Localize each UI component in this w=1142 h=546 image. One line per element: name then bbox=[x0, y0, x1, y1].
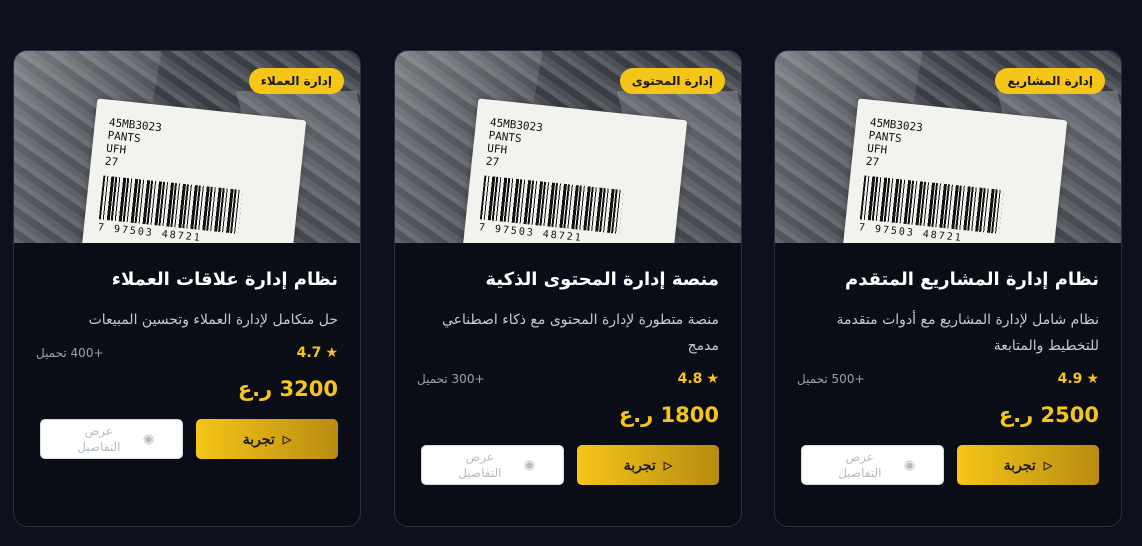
view-details-button[interactable]: ◉ عرض التفاصيل bbox=[421, 445, 564, 485]
download-count: +400 تحميل bbox=[36, 346, 104, 360]
view-details-label: عرض التفاصيل bbox=[838, 450, 882, 480]
eye-icon: ◉ bbox=[142, 431, 155, 446]
category-badge: إدارة المحتوى bbox=[619, 68, 725, 94]
view-details-button[interactable]: ◉ عرض التفاصيل bbox=[801, 445, 944, 485]
product-title: نظام إدارة علاقات العملاء bbox=[111, 269, 338, 290]
product-price: 1800 ر.ع bbox=[618, 403, 719, 427]
play-icon: ▷ bbox=[282, 433, 292, 446]
play-icon: ▷ bbox=[1043, 459, 1053, 472]
try-button[interactable]: ▷ تجربة bbox=[577, 445, 719, 485]
product-card: 45MB3023 PANTS UFH 27 7 97503 48721 إدار… bbox=[774, 50, 1122, 527]
try-button-label: تجربة bbox=[1003, 456, 1036, 473]
rating-value: 4.7 bbox=[296, 345, 322, 361]
product-image: 45MB3023 PANTS UFH 27 7 97503 48721 إدار… bbox=[14, 51, 360, 243]
try-button-label: تجربة bbox=[623, 456, 656, 473]
product-description: حل متكامل لإدارة العملاء وتحسين المبيعات bbox=[88, 312, 338, 328]
product-description: نظام شامل لإدارة المشاريع مع أدوات متقدم… bbox=[836, 312, 1100, 354]
product-rating: ★ 4.9 bbox=[1058, 371, 1099, 387]
star-icon: ★ bbox=[706, 371, 719, 387]
eye-icon: ◉ bbox=[903, 457, 916, 472]
product-price: 3200 ر.ع bbox=[237, 377, 338, 401]
product-card: 45MB3023 PANTS UFH 27 7 97503 48721 إدار… bbox=[13, 50, 361, 527]
download-count: +500 تحميل bbox=[797, 372, 865, 386]
download-count: +300 تحميل bbox=[417, 372, 485, 386]
product-price: 2500 ر.ع bbox=[998, 403, 1099, 427]
star-icon: ★ bbox=[1086, 371, 1099, 387]
product-image-label: 45MB3023 PANTS UFH 27 7 97503 48721 bbox=[462, 98, 688, 243]
product-title: منصة إدارة المحتوى الذكية bbox=[485, 269, 719, 290]
try-button-label: تجربة bbox=[242, 430, 275, 447]
product-image-label: 45MB3023 PANTS UFH 27 7 97503 48721 bbox=[81, 98, 307, 243]
rating-value: 4.8 bbox=[677, 371, 703, 387]
product-card: 45MB3023 PANTS UFH 27 7 97503 48721 إدار… bbox=[394, 50, 742, 527]
category-badge: إدارة العملاء bbox=[248, 68, 344, 94]
product-grid: 45MB3023 PANTS UFH 27 7 97503 48721 إدار… bbox=[0, 0, 1142, 546]
view-details-label: عرض التفاصيل bbox=[77, 424, 121, 454]
try-button[interactable]: ▷ تجربة bbox=[957, 445, 1099, 485]
category-badge: إدارة المشاريع bbox=[995, 68, 1105, 94]
eye-icon: ◉ bbox=[523, 457, 536, 472]
product-rating: ★ 4.8 bbox=[678, 371, 719, 387]
view-details-label: عرض التفاصيل bbox=[458, 450, 502, 480]
product-image: 45MB3023 PANTS UFH 27 7 97503 48721 إدار… bbox=[395, 51, 741, 243]
product-image-label: 45MB3023 PANTS UFH 27 7 97503 48721 bbox=[842, 98, 1068, 243]
play-icon: ▷ bbox=[663, 459, 673, 472]
try-button[interactable]: ▷ تجربة bbox=[196, 419, 338, 459]
rating-value: 4.9 bbox=[1057, 371, 1083, 387]
product-image: 45MB3023 PANTS UFH 27 7 97503 48721 إدار… bbox=[775, 51, 1121, 243]
product-description: منصة متطورة لإدارة المحتوى مع ذكاء اصطنا… bbox=[442, 312, 719, 354]
product-rating: ★ 4.7 bbox=[297, 345, 338, 361]
view-details-button[interactable]: ◉ عرض التفاصيل bbox=[40, 419, 183, 459]
product-title: نظام إدارة المشاريع المتقدم bbox=[845, 269, 1099, 290]
star-icon: ★ bbox=[325, 345, 338, 361]
